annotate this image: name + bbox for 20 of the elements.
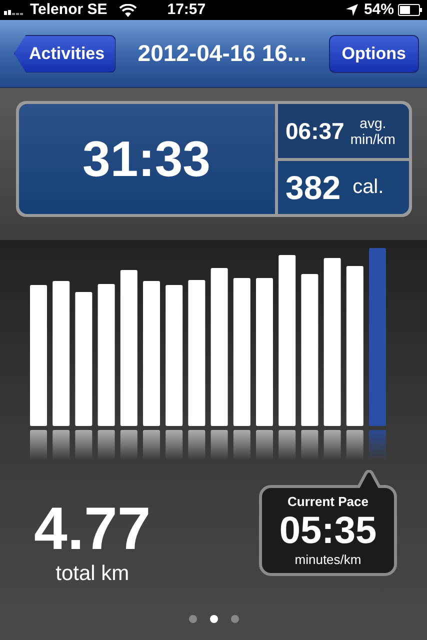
current-pace-label: Current Pace: [288, 493, 368, 511]
distance-unit: total km: [56, 561, 130, 587]
current-pace-value: 05:35: [279, 512, 377, 550]
calories-unit: cal.: [352, 175, 384, 200]
current-pace-unit: minutes/km: [294, 550, 362, 568]
calories-value: 382: [286, 168, 341, 208]
pace-unit-bottom: min/km: [350, 130, 396, 147]
battery-icon: [398, 4, 423, 16]
pace-value: 06:37: [286, 116, 344, 146]
battery-percentage: 54%: [364, 0, 394, 20]
nav-title: 2012-04-16 16...: [136, 39, 308, 68]
distance-value: 4.77: [34, 500, 151, 558]
pace-unit-top: avg.: [360, 114, 386, 131]
wifi-icon: [119, 4, 138, 16]
carrier-name: Telenor SE: [30, 0, 108, 20]
options-button[interactable]: Options: [328, 34, 419, 72]
duration-value: 31:33: [82, 130, 210, 188]
location-arrow-icon: [346, 4, 358, 16]
back-button[interactable]: Activities: [14, 34, 116, 72]
clock-time: 17:57: [167, 0, 206, 20]
